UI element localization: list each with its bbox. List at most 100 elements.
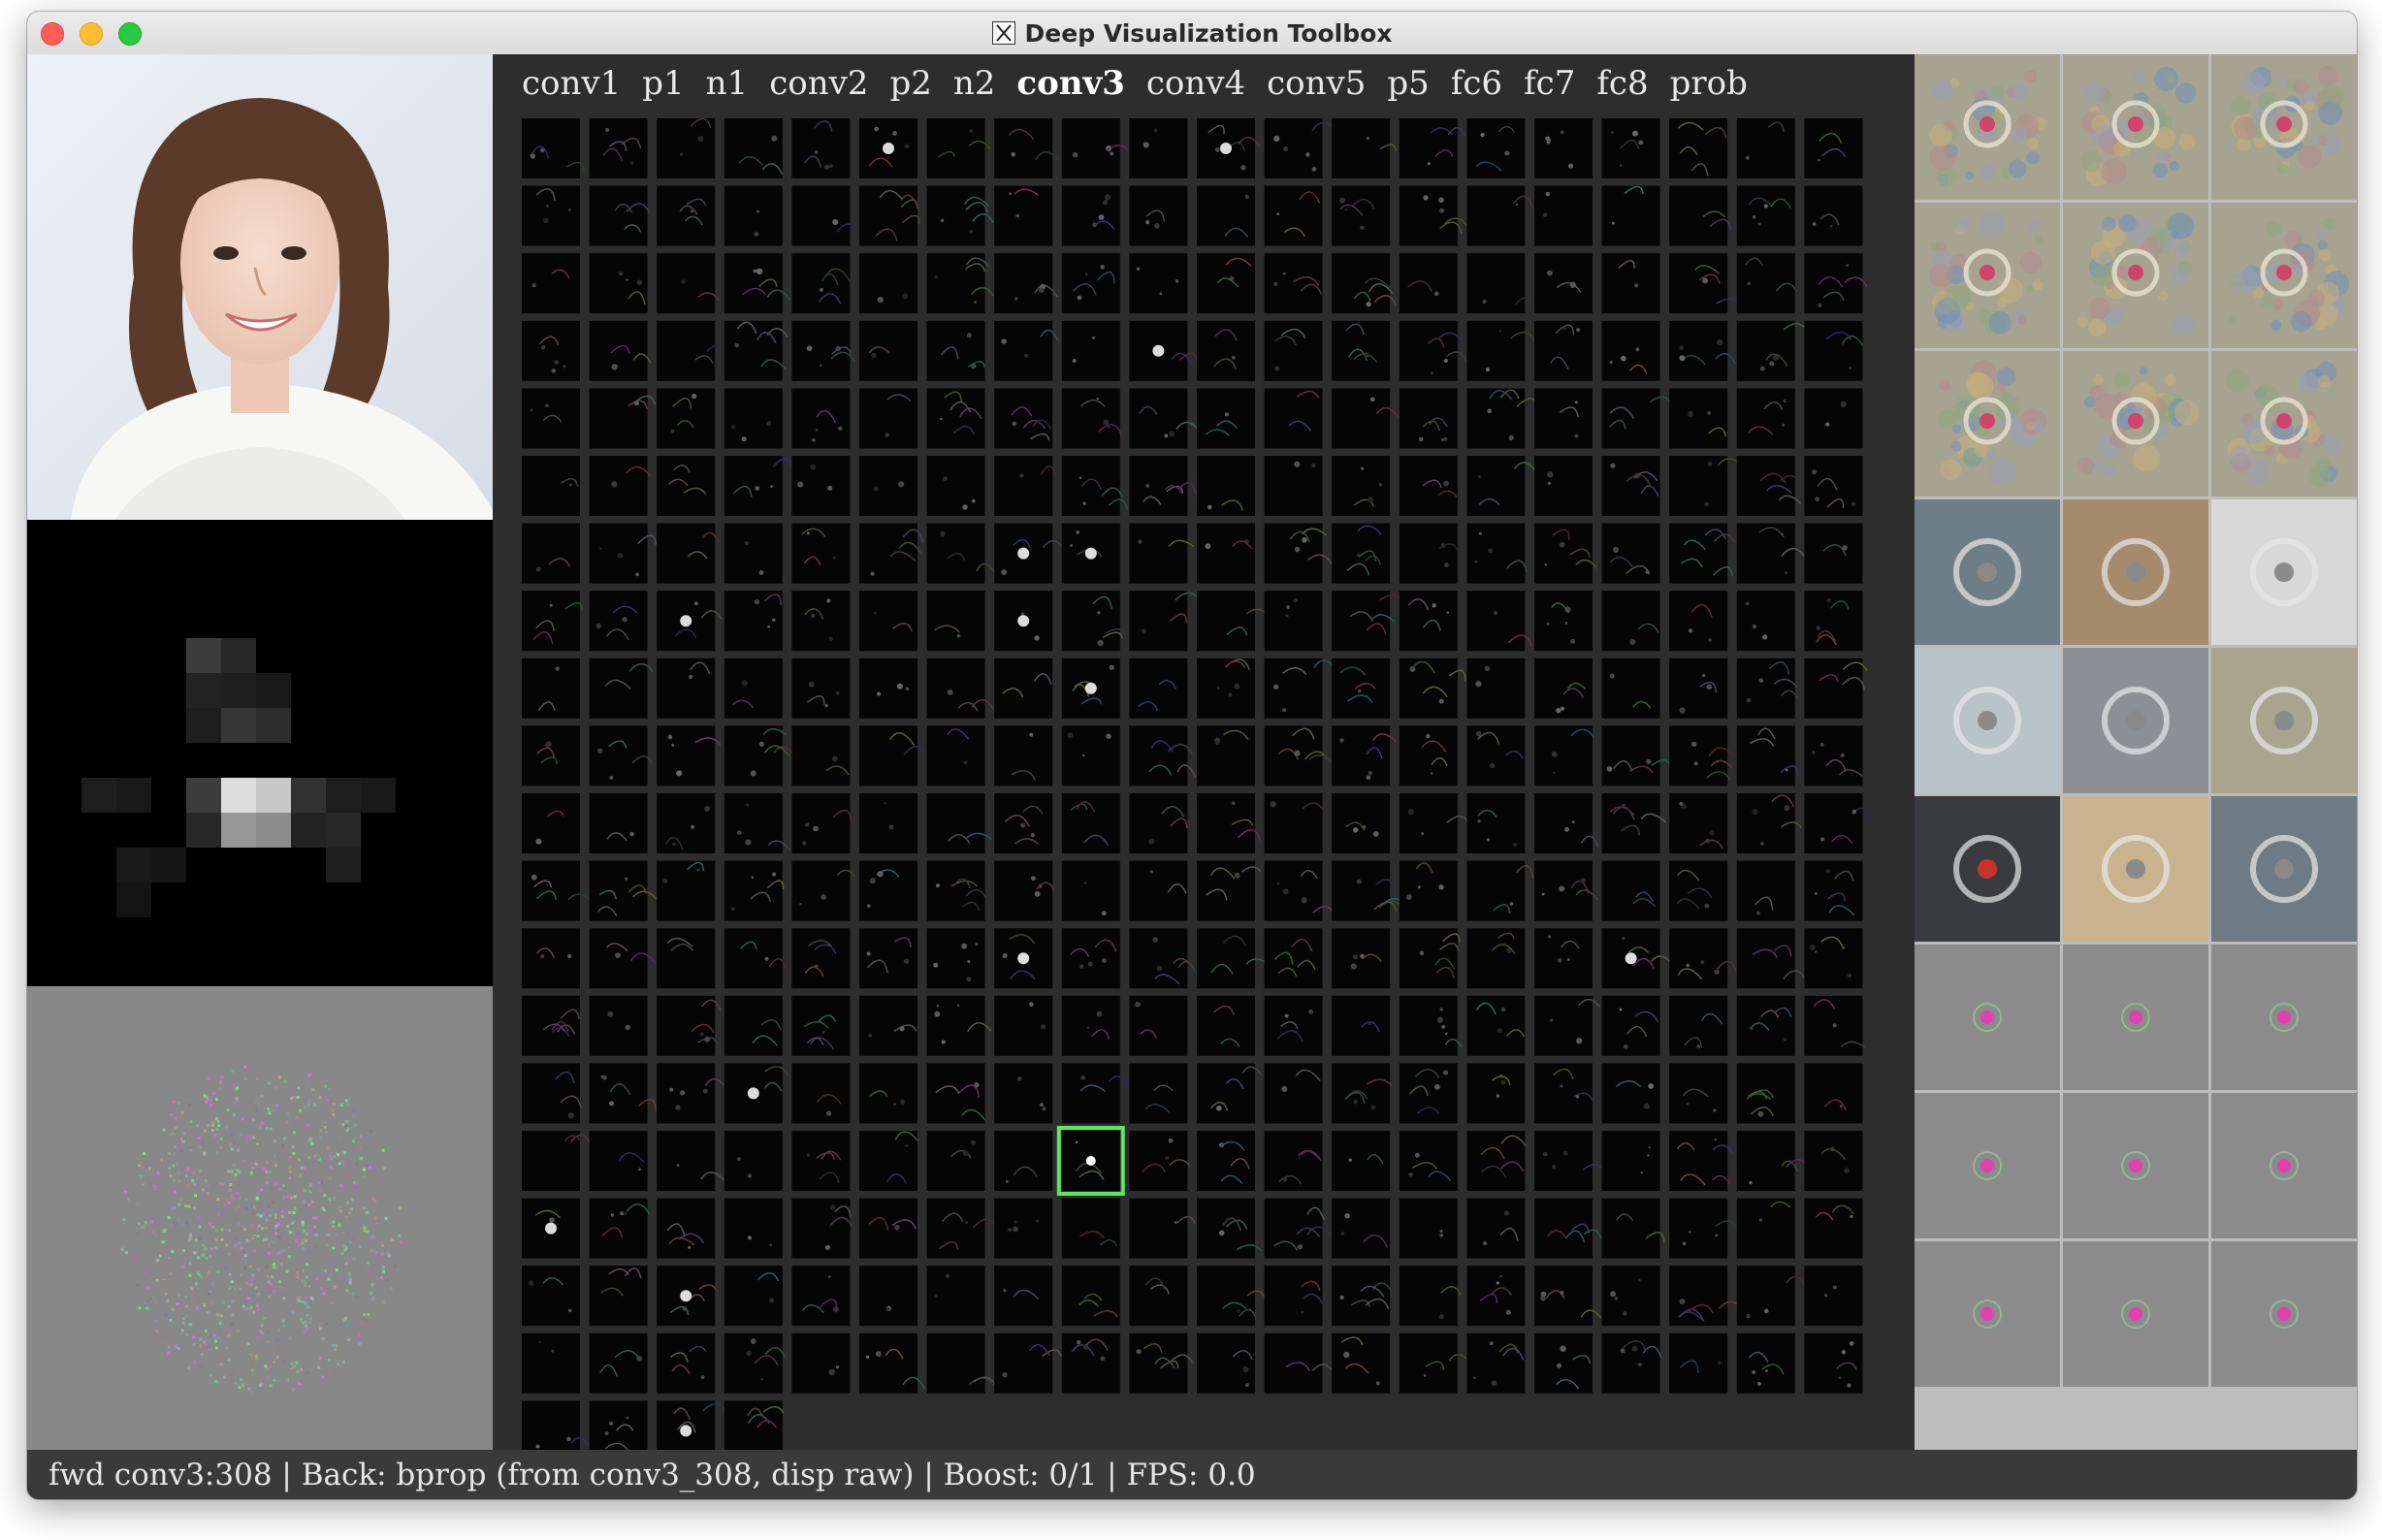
unit-cell[interactable]: [1061, 1063, 1130, 1124]
unit-cell[interactable]: [1534, 320, 1593, 381]
unit-cell[interactable]: [1264, 725, 1334, 786]
unit-cell[interactable]: [994, 253, 1058, 314]
unit-cell[interactable]: [1534, 860, 1599, 921]
unit-cell[interactable]: [994, 860, 1055, 921]
unit-cell[interactable]: [1197, 388, 1255, 449]
unit-cell[interactable]: [1804, 860, 1863, 921]
unit-cell[interactable]: [1669, 253, 1743, 314]
unit-cell[interactable]: [1669, 860, 1728, 921]
unit-cell[interactable]: [926, 995, 992, 1056]
unit-cell[interactable]: [522, 320, 580, 381]
unit-cell[interactable]: [1264, 388, 1323, 449]
unit-cell[interactable]: [994, 793, 1053, 853]
unit-cell[interactable]: [1399, 591, 1458, 652]
unit-cell[interactable]: [1534, 793, 1599, 853]
unit-cell[interactable]: [1129, 320, 1198, 381]
unit-cell[interactable]: [589, 793, 648, 853]
unit-cell[interactable]: [1264, 185, 1323, 246]
unit-cell[interactable]: [859, 523, 924, 584]
unit-cell[interactable]: [522, 456, 580, 516]
unit-cell[interactable]: [791, 456, 851, 516]
unit-cell[interactable]: [1197, 118, 1262, 178]
unit-cell[interactable]: [589, 523, 658, 584]
unit-cell[interactable]: [522, 793, 580, 853]
unit-cell[interactable]: [1399, 725, 1458, 786]
unit-cell[interactable]: [724, 320, 789, 381]
unit-cell[interactable]: [1332, 1266, 1394, 1327]
unit-cell[interactable]: [994, 725, 1053, 786]
unit-cell[interactable]: [1804, 456, 1863, 516]
unit-cell[interactable]: [1736, 928, 1807, 989]
unit-cell[interactable]: [657, 591, 723, 652]
unit-cell[interactable]: [859, 725, 926, 786]
unit-cell[interactable]: [1061, 1198, 1120, 1259]
unit-cell[interactable]: [1197, 725, 1255, 786]
unit-cell[interactable]: [724, 725, 794, 786]
unit-cell[interactable]: [1669, 793, 1728, 853]
unit-cell[interactable]: [589, 388, 657, 449]
unit-cell[interactable]: [1601, 456, 1660, 516]
unit-cell[interactable]: [1332, 995, 1391, 1056]
unit-cell[interactable]: [522, 1198, 580, 1259]
unit-cell[interactable]: [859, 1332, 926, 1394]
unit-cell[interactable]: [1332, 523, 1391, 584]
unit-cell[interactable]: [1129, 995, 1188, 1056]
unit-cell[interactable]: [994, 185, 1053, 246]
unit-cell[interactable]: [1332, 388, 1400, 449]
unit-cell[interactable]: [1466, 320, 1536, 381]
unit-cell[interactable]: [657, 1332, 716, 1394]
unit-cell[interactable]: [1197, 658, 1255, 719]
unit-cell[interactable]: [791, 253, 852, 314]
unit-cell[interactable]: [1736, 1131, 1812, 1191]
unit-cell[interactable]: [1264, 523, 1334, 584]
unit-cell[interactable]: [1399, 320, 1467, 381]
unit-cell[interactable]: [791, 118, 851, 178]
unit-cell[interactable]: [589, 1131, 648, 1191]
unit-cell[interactable]: [589, 456, 652, 516]
unit-cell[interactable]: [1601, 793, 1667, 853]
unit-cell[interactable]: [589, 1198, 650, 1259]
unit-cell[interactable]: [994, 1198, 1053, 1259]
unit-cell[interactable]: [1534, 185, 1593, 246]
unit-cell[interactable]: [1466, 1131, 1527, 1191]
unit-cell[interactable]: [1061, 118, 1129, 178]
unit-cell[interactable]: [522, 1131, 593, 1191]
unit-cell[interactable]: [1332, 928, 1391, 989]
unit-cell[interactable]: [1534, 118, 1593, 178]
unit-cell[interactable]: [791, 928, 851, 989]
unit-cell[interactable]: [1804, 793, 1871, 853]
unit-cell[interactable]: [1804, 1198, 1863, 1259]
unit-cell[interactable]: [1129, 860, 1188, 921]
unit-cell[interactable]: [1197, 793, 1262, 853]
unit-cell[interactable]: [1332, 860, 1407, 921]
unit-cell[interactable]: [926, 253, 995, 314]
unit-cell[interactable]: [1804, 1332, 1863, 1394]
unit-cell[interactable]: [1061, 253, 1120, 314]
unit-cell[interactable]: [1129, 1332, 1194, 1394]
unit-cell[interactable]: [724, 1400, 785, 1450]
unit-cell[interactable]: [1129, 1063, 1188, 1124]
unit-cell[interactable]: [1466, 928, 1526, 989]
unit-cell[interactable]: [994, 388, 1053, 449]
unit-cell[interactable]: [1129, 1266, 1188, 1327]
unit-cell[interactable]: [589, 253, 648, 314]
unit-cell[interactable]: [859, 860, 917, 921]
unit-cell[interactable]: [1534, 1332, 1593, 1394]
unit-cell[interactable]: [791, 1063, 851, 1124]
unit-cell[interactable]: [1264, 320, 1323, 381]
unit-cell[interactable]: [1804, 1266, 1863, 1327]
unit-cell[interactable]: [657, 725, 722, 786]
unit-cell[interactable]: [1197, 1198, 1263, 1259]
unit-cell[interactable]: [1804, 1131, 1863, 1191]
unit-cell[interactable]: [1669, 995, 1728, 1056]
unit-cell[interactable]: [1804, 118, 1863, 178]
unit-cell[interactable]: [1466, 591, 1533, 652]
unit-cell[interactable]: [1197, 1266, 1267, 1327]
unit-cell[interactable]: [1399, 793, 1469, 853]
unit-cell[interactable]: [1736, 658, 1799, 719]
unit-cell[interactable]: [994, 591, 1053, 652]
unit-cell[interactable]: [1399, 1332, 1474, 1394]
unit-cell[interactable]: [724, 456, 792, 516]
unit-cell[interactable]: [859, 1266, 917, 1327]
unit-cell[interactable]: [1061, 658, 1120, 719]
